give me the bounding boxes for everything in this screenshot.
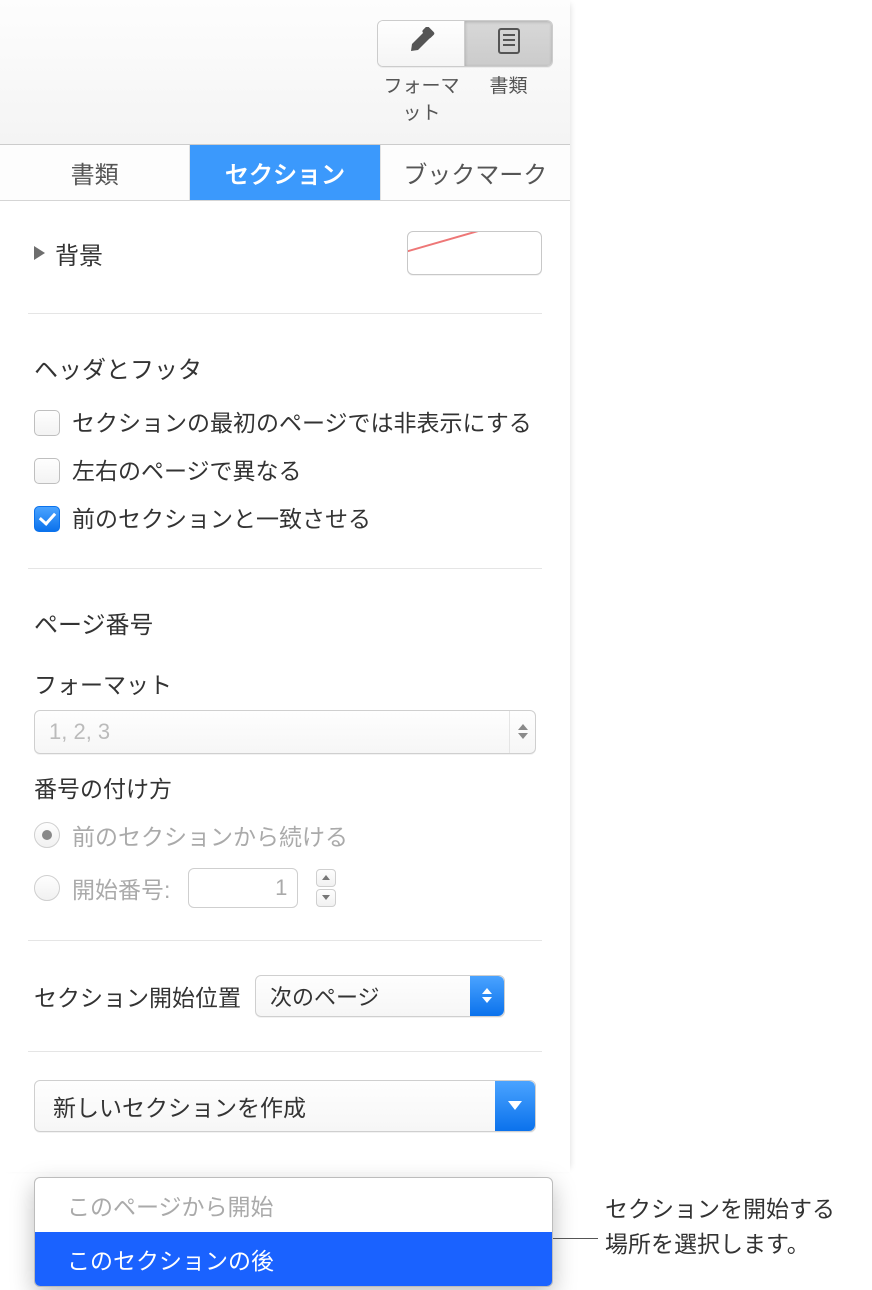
format-button[interactable]: [378, 21, 465, 66]
document-label: 書類: [465, 71, 552, 125]
hide-first-label: セクションの最初のページでは非表示にする: [72, 407, 532, 439]
popup-arrows-icon: [470, 976, 504, 1016]
number-stepper[interactable]: [316, 868, 338, 908]
toolbar: フォーマット 書類: [0, 0, 570, 145]
popup-down-icon: [495, 1081, 535, 1131]
format-value: 1, 2, 3: [49, 719, 110, 745]
diff-lr-label: 左右のページで異なる: [72, 455, 302, 487]
page-number-format-select[interactable]: 1, 2, 3: [34, 710, 536, 754]
start-at-radio[interactable]: [34, 875, 60, 901]
header-footer-title: ヘッダとフッタ: [0, 322, 570, 399]
stepper-icon: [509, 711, 535, 753]
format-sublabel: フォーマット: [0, 654, 570, 706]
menu-item-start-this-page[interactable]: このページから開始: [35, 1178, 552, 1232]
inspector-tabs: 書類 セクション ブックマーク: [0, 145, 570, 201]
create-section-label: 新しいセクションを作成: [53, 1089, 306, 1123]
menu-item-after-this-section[interactable]: このセクションの後: [35, 1232, 552, 1286]
start-at-input[interactable]: [188, 868, 298, 908]
tab-document[interactable]: 書類: [0, 145, 190, 200]
match-prev-label: 前のセクションと一致させる: [72, 503, 371, 535]
diff-lr-checkbox[interactable]: [34, 458, 60, 484]
tab-section[interactable]: セクション: [190, 145, 379, 200]
background-color-well[interactable]: [407, 231, 542, 275]
section-start-label: セクション開始位置: [34, 979, 241, 1013]
section-start-value: 次のページ: [270, 980, 380, 1012]
divider: [28, 1051, 542, 1052]
create-section-popup[interactable]: 新しいセクションを作成: [34, 1080, 536, 1132]
hide-first-checkbox[interactable]: [34, 410, 60, 436]
format-brush-icon: [406, 27, 436, 60]
page-number-title: ページ番号: [0, 577, 570, 654]
document-icon: [496, 27, 522, 60]
create-section-menu: このページから開始 このセクションの後: [34, 1177, 553, 1287]
match-prev-checkbox[interactable]: [34, 506, 60, 532]
callout-text: セクションを開始する 場所を選択します。: [605, 1192, 835, 1261]
disclosure-triangle-icon[interactable]: [34, 246, 45, 260]
document-button[interactable]: [465, 21, 552, 66]
start-at-label: 開始番号:: [72, 871, 170, 905]
tab-bookmark[interactable]: ブックマーク: [380, 145, 570, 200]
divider: [28, 313, 542, 314]
continue-radio[interactable]: [34, 822, 60, 848]
callout-leader-line: [553, 1238, 598, 1239]
continue-label: 前のセクションから続ける: [72, 818, 348, 852]
divider: [28, 940, 542, 941]
background-label: 背景: [55, 236, 397, 271]
divider: [28, 568, 542, 569]
format-label: フォーマット: [378, 71, 465, 125]
numbering-sublabel: 番号の付け方: [0, 758, 570, 810]
section-start-popup[interactable]: 次のページ: [255, 975, 505, 1017]
